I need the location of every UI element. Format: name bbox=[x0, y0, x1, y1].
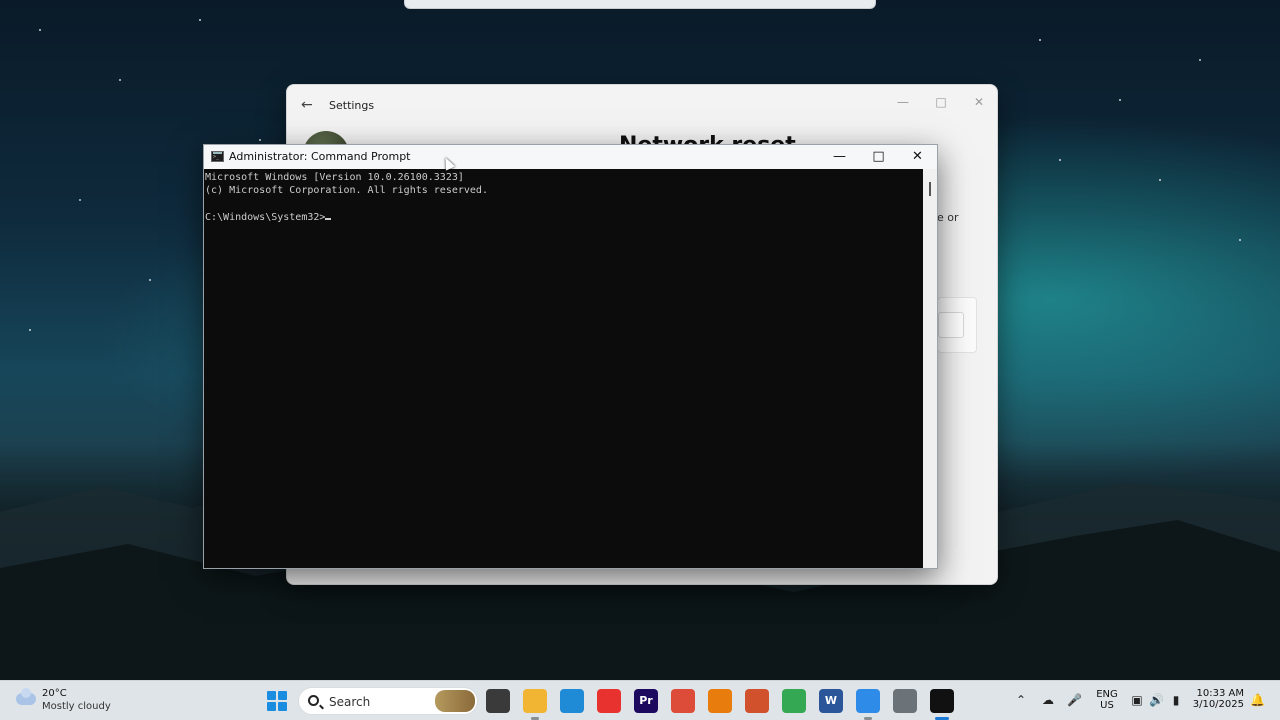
network-icon[interactable]: ▣ bbox=[1130, 693, 1144, 707]
taskbar-app-chrome-profile[interactable] bbox=[782, 689, 806, 713]
weather-widget[interactable]: 20°C Mostly cloudy bbox=[14, 687, 114, 715]
start-button[interactable] bbox=[267, 691, 287, 711]
taskbar-app-chrome[interactable] bbox=[671, 689, 695, 713]
windows-logo-pane bbox=[278, 702, 287, 711]
taskbar-app-word[interactable]: W bbox=[819, 689, 843, 713]
settings-maximize-button[interactable]: □ bbox=[923, 91, 959, 113]
taskbar-app-file-explorer[interactable] bbox=[523, 689, 547, 720]
text-cursor bbox=[325, 217, 332, 220]
weather-condition: Mostly cloudy bbox=[42, 701, 111, 712]
settings-close-button[interactable]: ✕ bbox=[961, 91, 997, 113]
windows-logo-icon bbox=[267, 691, 276, 700]
taskbar-search-box[interactable]: Search bbox=[298, 687, 478, 715]
taskbar-app-blender[interactable] bbox=[708, 689, 732, 713]
cmd-console-output[interactable]: Microsoft Windows [Version 10.0.26100.33… bbox=[204, 169, 924, 568]
taskbar-app-settings[interactable] bbox=[893, 689, 917, 713]
region-code: US bbox=[1100, 700, 1114, 711]
taskbar: 20°C Mostly cloudy Search Pr W ⌃ ☁ 🎤 ENG … bbox=[0, 680, 1280, 720]
background-window-edge[interactable] bbox=[404, 0, 876, 9]
clock[interactable]: 10:33 AM 3/10/2025 bbox=[1190, 688, 1244, 720]
chevron-up-icon[interactable]: ⌃ bbox=[1014, 693, 1028, 707]
search-icon bbox=[308, 695, 319, 706]
battery-icon[interactable]: ▮ bbox=[1169, 693, 1183, 707]
volume-icon[interactable]: 🔊 bbox=[1149, 693, 1164, 707]
settings-title: Settings bbox=[329, 99, 375, 112]
cloud-icon bbox=[16, 688, 36, 705]
cmd-close-button[interactable]: ✕ bbox=[898, 145, 937, 169]
back-arrow-icon[interactable]: ← bbox=[301, 97, 317, 113]
windows-logo-pane bbox=[278, 691, 287, 700]
console-prompt: C:\Windows\System32> bbox=[205, 211, 326, 223]
word-icon: W bbox=[824, 694, 838, 707]
cmd-titlebar[interactable]: Administrator: Command Prompt — □ ✕ bbox=[204, 145, 937, 169]
taskbar-app-command-prompt[interactable] bbox=[930, 689, 954, 720]
taskbar-app-microsoft-store[interactable] bbox=[560, 689, 584, 713]
premiere-icon: Pr bbox=[639, 694, 653, 707]
cmd-window-title: Administrator: Command Prompt bbox=[229, 150, 411, 163]
console-line: Microsoft Windows [Version 10.0.26100.33… bbox=[205, 172, 464, 183]
terminal-icon bbox=[211, 151, 224, 162]
clock-date: 3/10/2025 bbox=[1192, 699, 1244, 710]
cmd-scrollbar-thumb[interactable] bbox=[929, 182, 931, 196]
cmd-scrollbar[interactable] bbox=[923, 169, 937, 568]
console-prompt-line: C:\Windows\System32> bbox=[205, 211, 923, 224]
console-line: (c) Microsoft Corporation. All rights re… bbox=[205, 185, 488, 197]
weather-temperature: 20°C bbox=[42, 688, 67, 699]
taskbar-app-anydesk[interactable] bbox=[597, 689, 621, 713]
settings-minimize-button[interactable]: — bbox=[885, 91, 921, 113]
microphone-icon[interactable]: 🎤 bbox=[1067, 693, 1082, 707]
language-code: ENG bbox=[1096, 689, 1118, 700]
cmd-minimize-button[interactable]: — bbox=[820, 145, 859, 169]
taskbar-app-task-view[interactable] bbox=[486, 689, 510, 713]
reset-now-button[interactable] bbox=[938, 312, 964, 338]
language-indicator[interactable]: ENG US bbox=[1096, 689, 1118, 720]
clock-time: 10:33 AM bbox=[1196, 688, 1244, 699]
taskbar-app-snipping-tool[interactable] bbox=[856, 689, 880, 720]
search-highlight-image bbox=[435, 690, 475, 712]
cmd-maximize-button[interactable]: □ bbox=[859, 145, 898, 169]
taskbar-app-premiere-pro[interactable]: Pr bbox=[634, 689, 658, 713]
taskbar-app-matlab[interactable] bbox=[745, 689, 769, 713]
settings-card bbox=[937, 297, 977, 353]
notification-bell-icon[interactable]: 🔔 bbox=[1250, 693, 1265, 707]
settings-description-text: e or bbox=[937, 211, 959, 224]
onedrive-cloud-icon[interactable]: ☁ bbox=[1041, 693, 1055, 707]
command-prompt-window[interactable]: Administrator: Command Prompt — □ ✕ Micr… bbox=[203, 144, 938, 569]
windows-logo-pane bbox=[267, 702, 276, 711]
search-label: Search bbox=[329, 695, 371, 709]
